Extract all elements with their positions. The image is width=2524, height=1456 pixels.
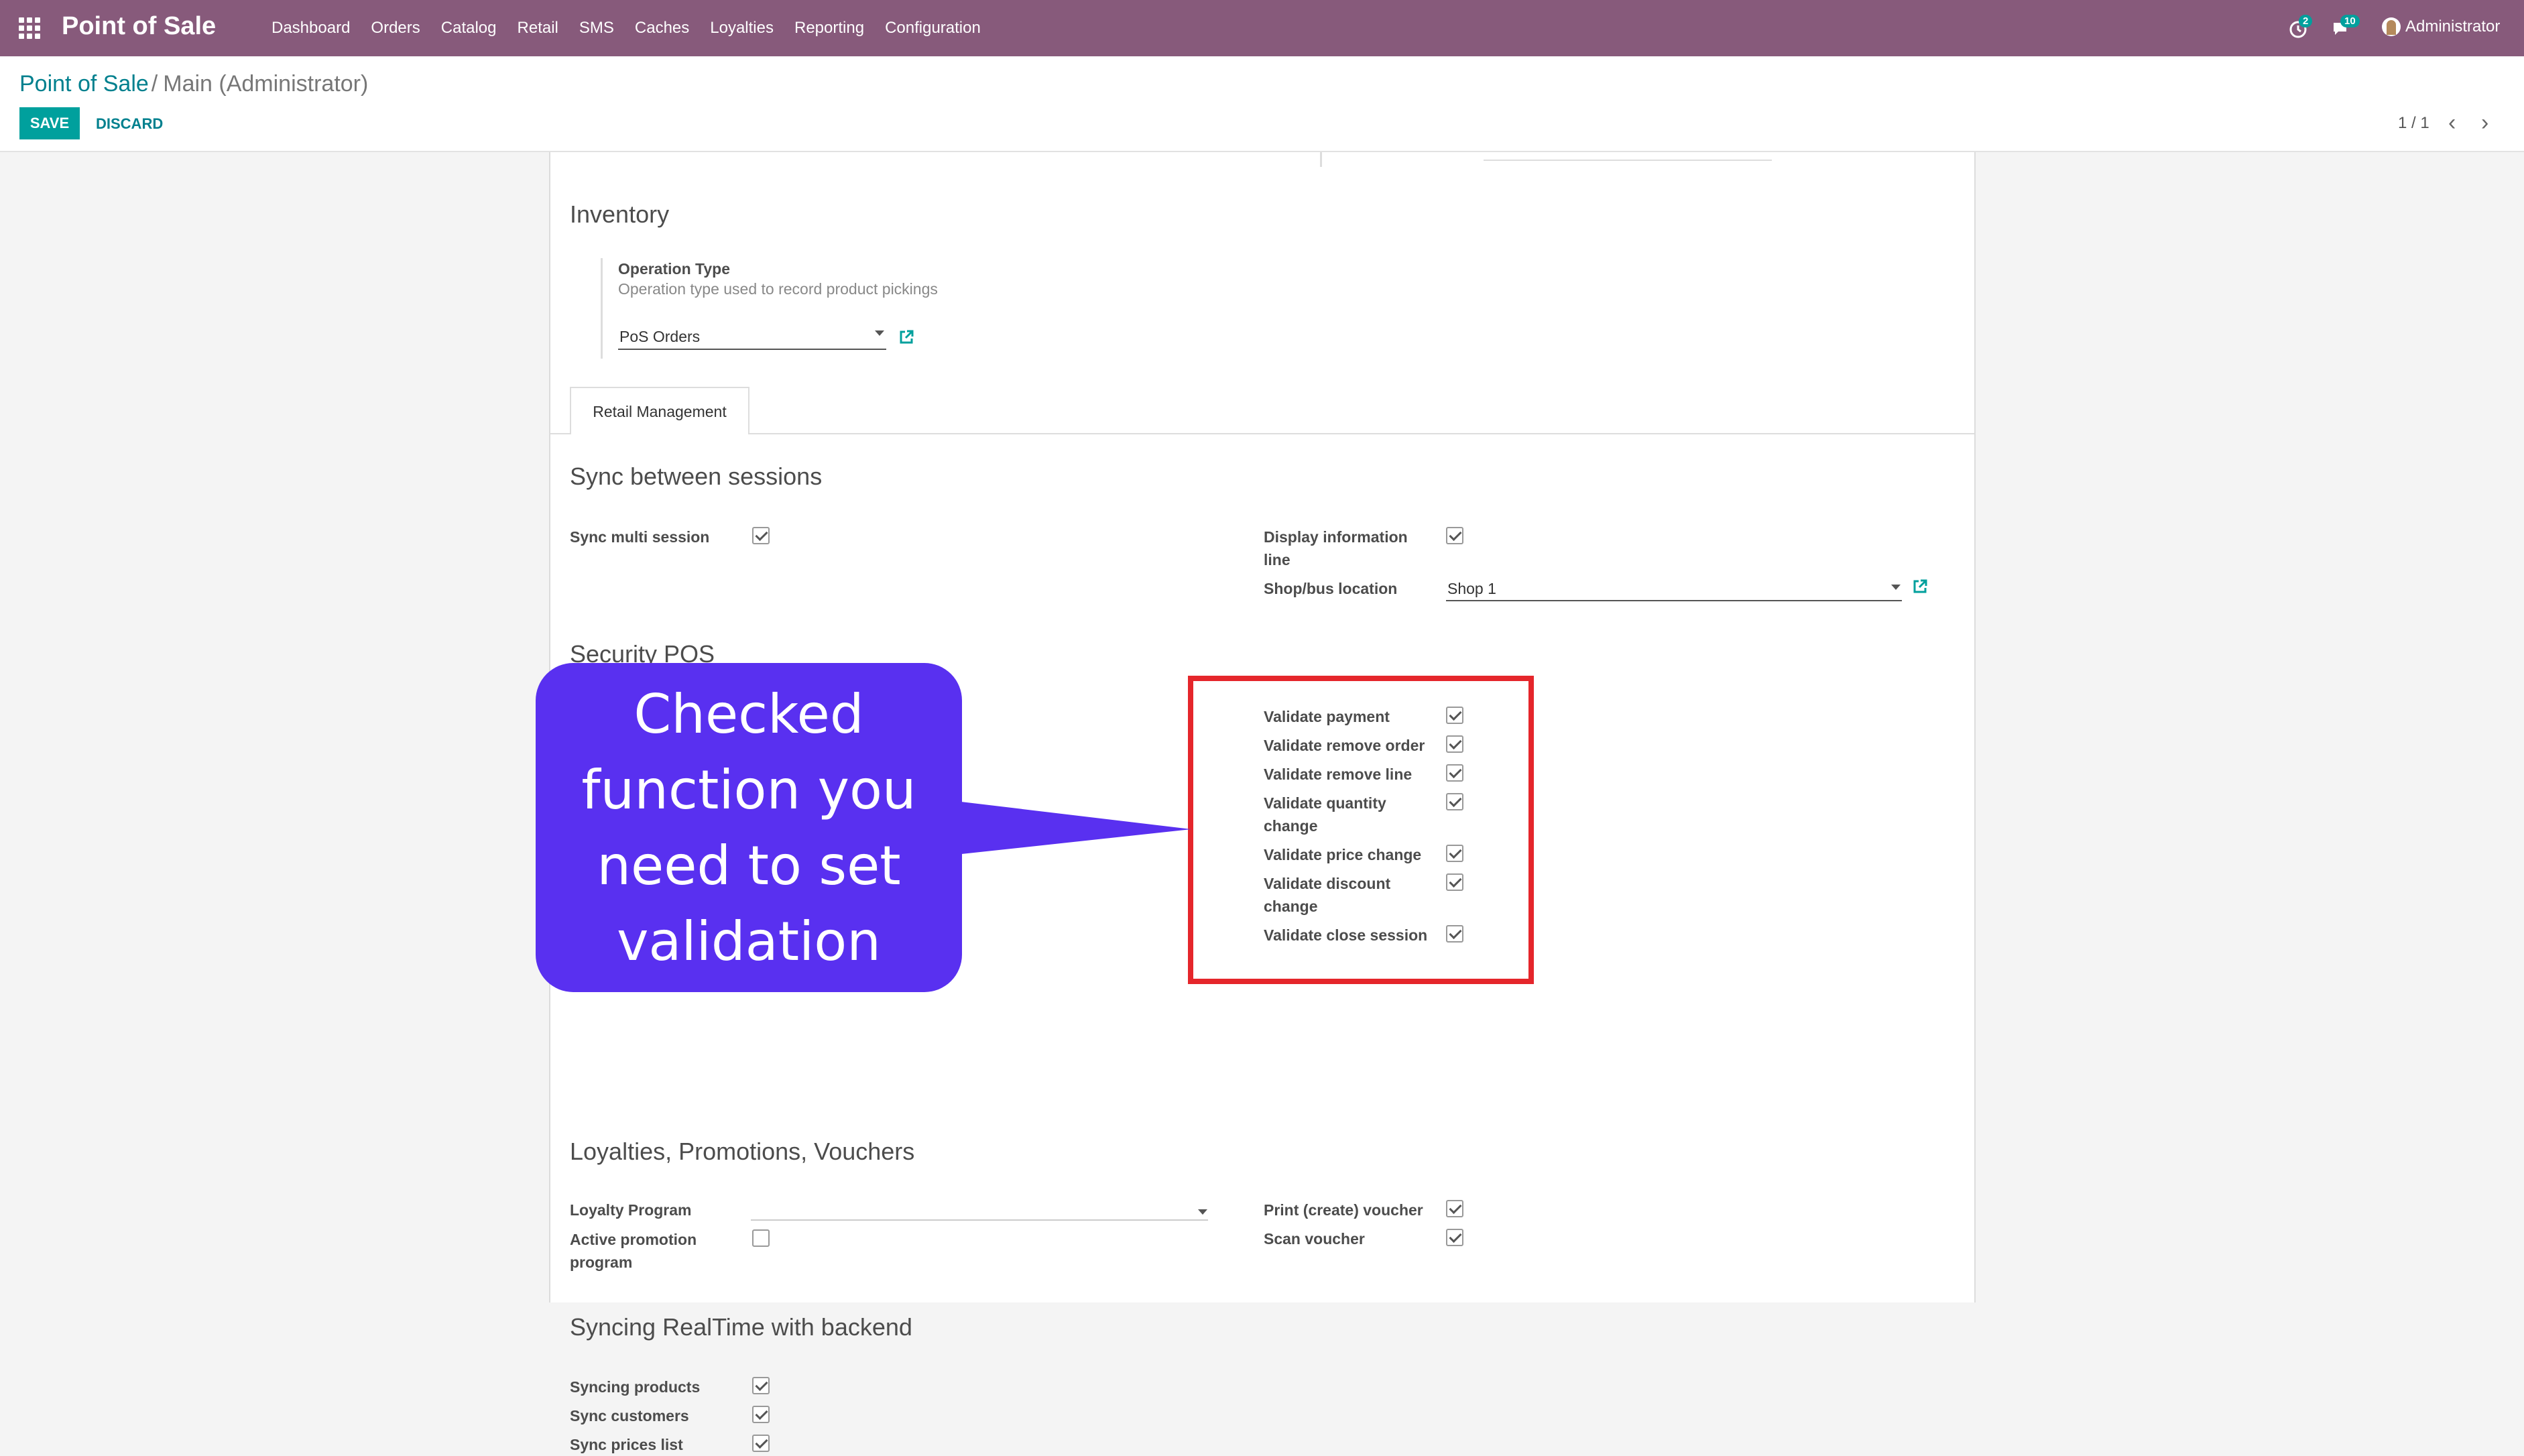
discard-button[interactable]: DISCARD	[96, 115, 163, 133]
realtime-title: Syncing RealTime with backend	[570, 1313, 912, 1341]
display-info-line-checkbox[interactable]	[1446, 527, 1463, 544]
syncing-products-checkbox[interactable]	[752, 1377, 770, 1394]
breadcrumb: Point of Sale / Main (Administrator)	[19, 71, 368, 97]
breadcrumb-current: Main (Administrator)	[163, 71, 369, 97]
menu-item-loyalties[interactable]: Loyalties	[710, 19, 774, 38]
highlight-box	[1188, 676, 1534, 984]
breadcrumb-parent-link[interactable]: Point of Sale	[19, 71, 149, 97]
shop-bus-location-label: Shop/bus location	[1264, 580, 1398, 597]
operation-type-help: Operation type used to record product pi…	[618, 280, 938, 298]
print-voucher-checkbox[interactable]	[1446, 1200, 1463, 1217]
messages-badge: 10	[2340, 15, 2360, 27]
menu-item-configuration[interactable]: Configuration	[885, 19, 981, 38]
chevron-down-icon[interactable]	[1891, 585, 1901, 590]
menu-item-orders[interactable]: Orders	[371, 19, 420, 38]
breadcrumb-separator: /	[151, 71, 158, 97]
pager-value: 1 / 1	[2398, 114, 2429, 132]
callout-pointer	[955, 801, 1191, 855]
callout-line-2: function you	[581, 759, 916, 821]
loyalty-program-label: Loyalty Program	[570, 1201, 692, 1219]
sync-prices-list-label: Sync prices list	[570, 1436, 683, 1453]
sync-customers-label: Sync customers	[570, 1407, 689, 1424]
callout-line-3: need to set	[597, 835, 901, 897]
operation-type-field[interactable]	[618, 338, 886, 350]
callout-line-1: Checked	[634, 683, 864, 745]
sync-prices-list-checkbox[interactable]	[752, 1435, 770, 1452]
user-menu[interactable]: Administrator	[2382, 17, 2500, 36]
tab-retail-management[interactable]: Retail Management	[570, 387, 749, 434]
active-promotion-label: Active promotion	[570, 1231, 697, 1248]
pager-prev-icon[interactable]: ‹	[2448, 110, 2456, 136]
loyalties-title: Loyalties, Promotions, Vouchers	[570, 1138, 915, 1165]
menu-item-retail[interactable]: Retail	[518, 19, 558, 38]
user-avatar	[2382, 17, 2401, 36]
loyalty-program-field[interactable]	[751, 1207, 1208, 1221]
app-title: Point of Sale	[62, 12, 217, 40]
pager-next-icon[interactable]: ›	[2481, 110, 2488, 136]
save-button[interactable]: SAVE	[19, 107, 80, 139]
shop-bus-location-field[interactable]	[1446, 588, 1902, 601]
field-underline	[1484, 160, 1772, 161]
syncing-products-label: Syncing products	[570, 1378, 701, 1396]
activity-badge: 2	[2299, 15, 2313, 27]
apps-menu-icon[interactable]	[19, 17, 40, 39]
external-link-icon[interactable]	[1912, 579, 1928, 595]
display-info-line-label: Display information	[1264, 528, 1408, 546]
menu-item-caches[interactable]: Caches	[635, 19, 689, 38]
display-info-line-label-2: line	[1264, 551, 1290, 568]
control-panel: Point of Sale / Main (Administrator) SAVE …	[0, 56, 2524, 152]
user-name: Administrator	[2405, 17, 2501, 36]
menu-item-catalog[interactable]: Catalog	[441, 19, 497, 38]
inventory-title: Inventory	[570, 200, 670, 228]
sync-multi-session-checkbox[interactable]	[752, 527, 770, 544]
external-link-icon[interactable]	[898, 329, 914, 345]
callout-line-4: validation	[617, 910, 881, 973]
operation-type-label: Operation Type	[618, 260, 730, 278]
menu-item-sms[interactable]: SMS	[579, 19, 614, 38]
active-promotion-checkbox[interactable]	[752, 1229, 770, 1247]
main-menu: Dashboard Orders Catalog Retail SMS Cach…	[272, 19, 1002, 38]
print-voucher-label: Print (create) voucher	[1264, 1201, 1423, 1219]
menu-item-reporting[interactable]: Reporting	[794, 19, 864, 38]
chevron-down-icon[interactable]	[875, 330, 884, 336]
active-promotion-label-2: program	[570, 1254, 633, 1271]
sync-multi-session-label: Sync multi session	[570, 528, 710, 546]
divider	[1320, 152, 1322, 167]
menu-item-dashboard[interactable]: Dashboard	[272, 19, 350, 38]
group-border	[601, 258, 603, 359]
sync-sessions-title: Sync between sessions	[570, 463, 823, 490]
top-navbar: Point of Sale Dashboard Orders Catalog R…	[0, 0, 2524, 56]
callout-bubble: Checked function you need to set validat…	[536, 663, 962, 992]
sync-customers-checkbox[interactable]	[752, 1406, 770, 1423]
scan-voucher-label: Scan voucher	[1264, 1230, 1365, 1248]
chevron-down-icon[interactable]	[1198, 1209, 1207, 1215]
tab-divider	[550, 433, 1974, 434]
scan-voucher-checkbox[interactable]	[1446, 1229, 1463, 1246]
